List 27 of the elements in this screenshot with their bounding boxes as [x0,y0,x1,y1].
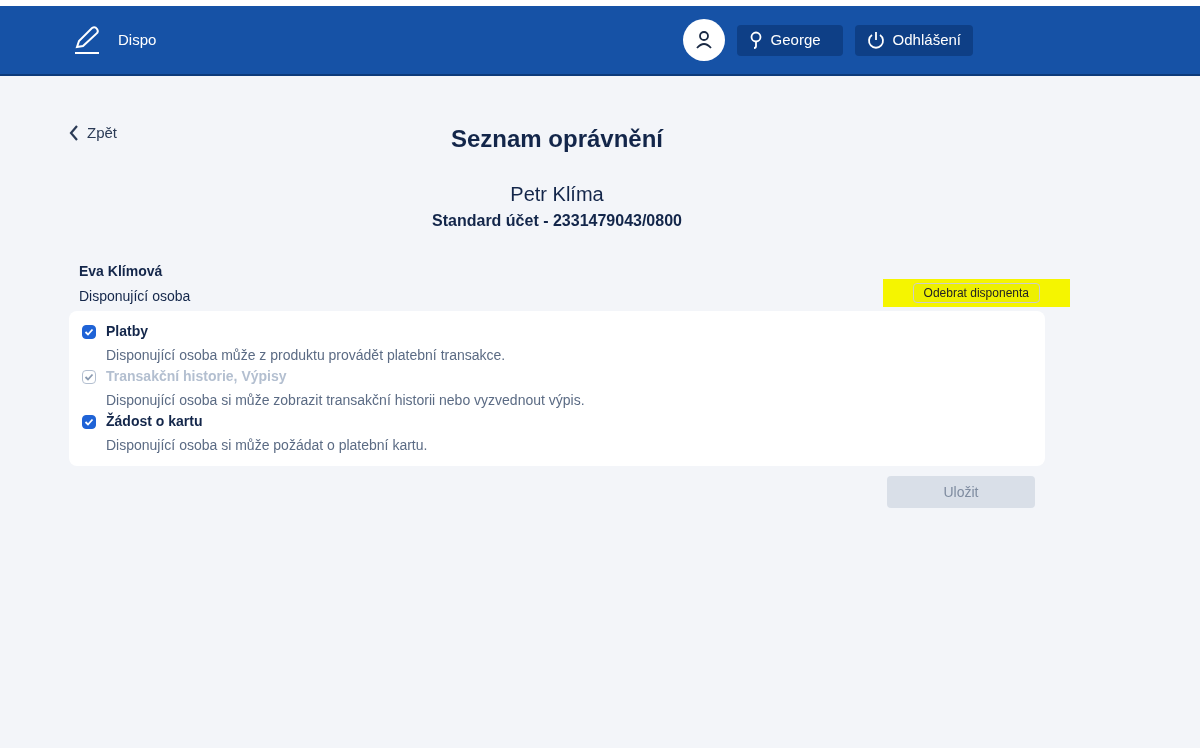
user-icon [693,30,714,50]
permission-label: Transakční historie, Výpisy [106,367,287,386]
page-title: Seznam oprávnění [450,124,664,154]
permission-description: Disponující osoba si může zobrazit transakční historii nebo vyzvednout výpis. [106,391,586,410]
app-name: Dispo [118,29,157,50]
power-icon [866,31,885,49]
back-link[interactable]: Zpět [69,122,117,145]
remove-disponent-button[interactable]: Odebrat disponenta [912,283,1040,303]
checkmark-icon [84,326,94,337]
profile-button[interactable] [682,19,725,61]
person-icon [748,31,763,49]
account-number: Standard účet - 2331479043/0800 [431,211,683,231]
permission-label: Žádost o kartu [106,411,203,431]
checkbox[interactable] [82,414,96,429]
checkbox[interactable] [82,324,96,339]
checkmark-icon [84,371,94,382]
pencil-icon [72,25,102,55]
permission-label: Platby [106,322,148,341]
owner-name: Petr Klíma [509,182,605,207]
user-button[interactable]: George [736,24,843,56]
checkmark-icon [84,416,94,427]
disponent-role: Disponující osoba [79,287,191,306]
disponent-name: Eva Klímová [79,262,164,281]
permission-description: Disponující osoba si může požádat o platební kartu. [106,436,429,455]
chevron-left-icon [69,125,79,142]
permission-description: Disponující osoba může z produktu provádět platební transakce. [106,346,507,365]
logout-button[interactable]: Odhlášení [854,24,973,56]
